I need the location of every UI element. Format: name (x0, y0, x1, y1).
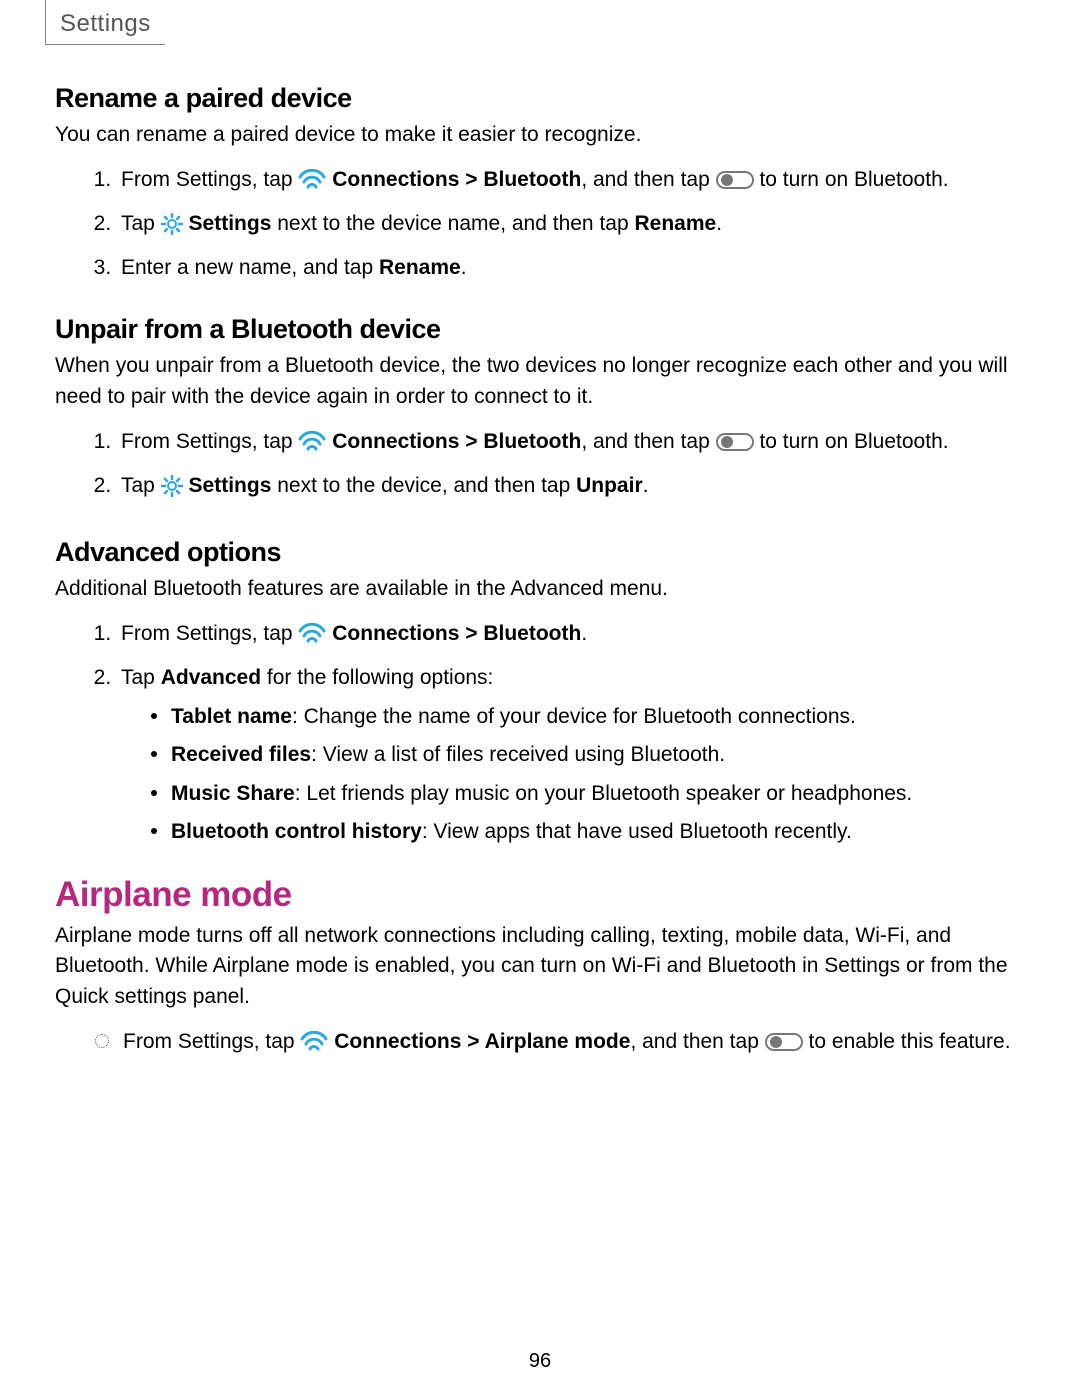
text: : View a list of files received using Bl… (311, 743, 725, 766)
text-bold: Received files (171, 743, 311, 766)
text: next to the device, and then tap (271, 474, 576, 497)
text: : View apps that have used Bluetooth rec… (422, 820, 852, 843)
text-bold: Bluetooth control history (171, 820, 422, 843)
text: Tap (121, 212, 161, 235)
text: : Change the name of your device for Blu… (292, 705, 856, 728)
text: . (461, 256, 467, 279)
section-heading-unpair: Unpair from a Bluetooth device (55, 314, 1025, 345)
unpair-step-1: From Settings, tap Connections > Bluetoo… (117, 426, 1025, 464)
text: to turn on Bluetooth. (754, 168, 949, 191)
section-intro-rename: You can rename a paired device to make i… (55, 120, 1025, 150)
advanced-bullet-music-share: Music Share: Let friends play music on y… (151, 778, 1025, 811)
text-bold: Unpair (576, 474, 643, 497)
airplane-steps: From Settings, tap Connections > Airplan… (55, 1026, 1025, 1064)
breadcrumb: Settings (45, 0, 165, 45)
section-intro-unpair: When you unpair from a Bluetooth device,… (55, 351, 1025, 412)
text: for the following options: (261, 666, 493, 689)
rename-step-3: Enter a new name, and tap Rename. (117, 252, 1025, 285)
text-bold: Music Share (171, 782, 295, 805)
advanced-bullet-received-files: Received files: View a list of files rec… (151, 739, 1025, 772)
gear-icon (161, 475, 183, 508)
advanced-steps: From Settings, tap Connections > Bluetoo… (55, 618, 1025, 848)
section-intro-advanced: Additional Bluetooth features are availa… (55, 574, 1025, 604)
rename-steps: From Settings, tap Connections > Bluetoo… (55, 164, 1025, 284)
text: . (716, 212, 722, 235)
text: , and then tap (581, 168, 715, 191)
connections-icon (298, 431, 326, 464)
connections-icon (300, 1031, 328, 1064)
text: . (643, 474, 649, 497)
text: , and then tap (630, 1030, 764, 1053)
text: From Settings, tap (121, 168, 298, 191)
text-bold: Advanced (161, 666, 261, 689)
text: next to the device name, and then tap (271, 212, 634, 235)
section-heading-advanced: Advanced options (55, 537, 1025, 568)
text: Enter a new name, and tap (121, 256, 379, 279)
text-bold: Connections > Bluetooth (332, 622, 581, 645)
breadcrumb-bar: Settings (45, 0, 1025, 45)
unpair-steps: From Settings, tap Connections > Bluetoo… (55, 426, 1025, 507)
text: . (581, 622, 587, 645)
feature-heading-airplane: Airplane mode (55, 875, 1025, 915)
advanced-bullets: Tablet name: Change the name of your dev… (121, 701, 1025, 849)
advanced-bullet-bt-history: Bluetooth control history: View apps tha… (151, 816, 1025, 849)
connections-icon (298, 169, 326, 202)
text-bold: Settings (189, 212, 272, 235)
text: From Settings, tap (123, 1030, 300, 1053)
feature-intro-airplane: Airplane mode turns off all network conn… (55, 921, 1025, 1012)
gear-icon (161, 213, 183, 246)
toggle-off-icon (716, 431, 754, 464)
text: From Settings, tap (121, 622, 298, 645)
text: From Settings, tap (121, 430, 298, 453)
text-bold: Rename (634, 212, 716, 235)
text-bold: Connections > Bluetooth (332, 168, 581, 191)
advanced-step-2: Tap Advanced for the following options: … (117, 662, 1025, 849)
text: to enable this feature. (803, 1030, 1011, 1053)
text: Tap (121, 666, 161, 689)
page-number: 96 (0, 1350, 1080, 1373)
advanced-bullet-tablet-name: Tablet name: Change the name of your dev… (151, 701, 1025, 734)
text-bold: Settings (189, 474, 272, 497)
text: : Let friends play music on your Bluetoo… (295, 782, 913, 805)
advanced-step-1: From Settings, tap Connections > Bluetoo… (117, 618, 1025, 656)
text-bold: Rename (379, 256, 461, 279)
text: Tap (121, 474, 161, 497)
toggle-off-icon (716, 169, 754, 202)
section-heading-rename: Rename a paired device (55, 83, 1025, 114)
rename-step-2: Tap Settings next to the device name, an… (117, 208, 1025, 246)
text-bold: Tablet name (171, 705, 292, 728)
airplane-step: From Settings, tap Connections > Airplan… (95, 1026, 1025, 1064)
rename-step-1: From Settings, tap Connections > Bluetoo… (117, 164, 1025, 202)
text-bold: Connections > Bluetooth (332, 430, 581, 453)
toggle-off-icon (765, 1031, 803, 1064)
text: to turn on Bluetooth. (754, 430, 949, 453)
text-bold: Connections > Airplane mode (334, 1030, 630, 1053)
unpair-step-2: Tap Settings next to the device, and the… (117, 470, 1025, 508)
connections-icon (298, 623, 326, 656)
text: , and then tap (581, 430, 715, 453)
